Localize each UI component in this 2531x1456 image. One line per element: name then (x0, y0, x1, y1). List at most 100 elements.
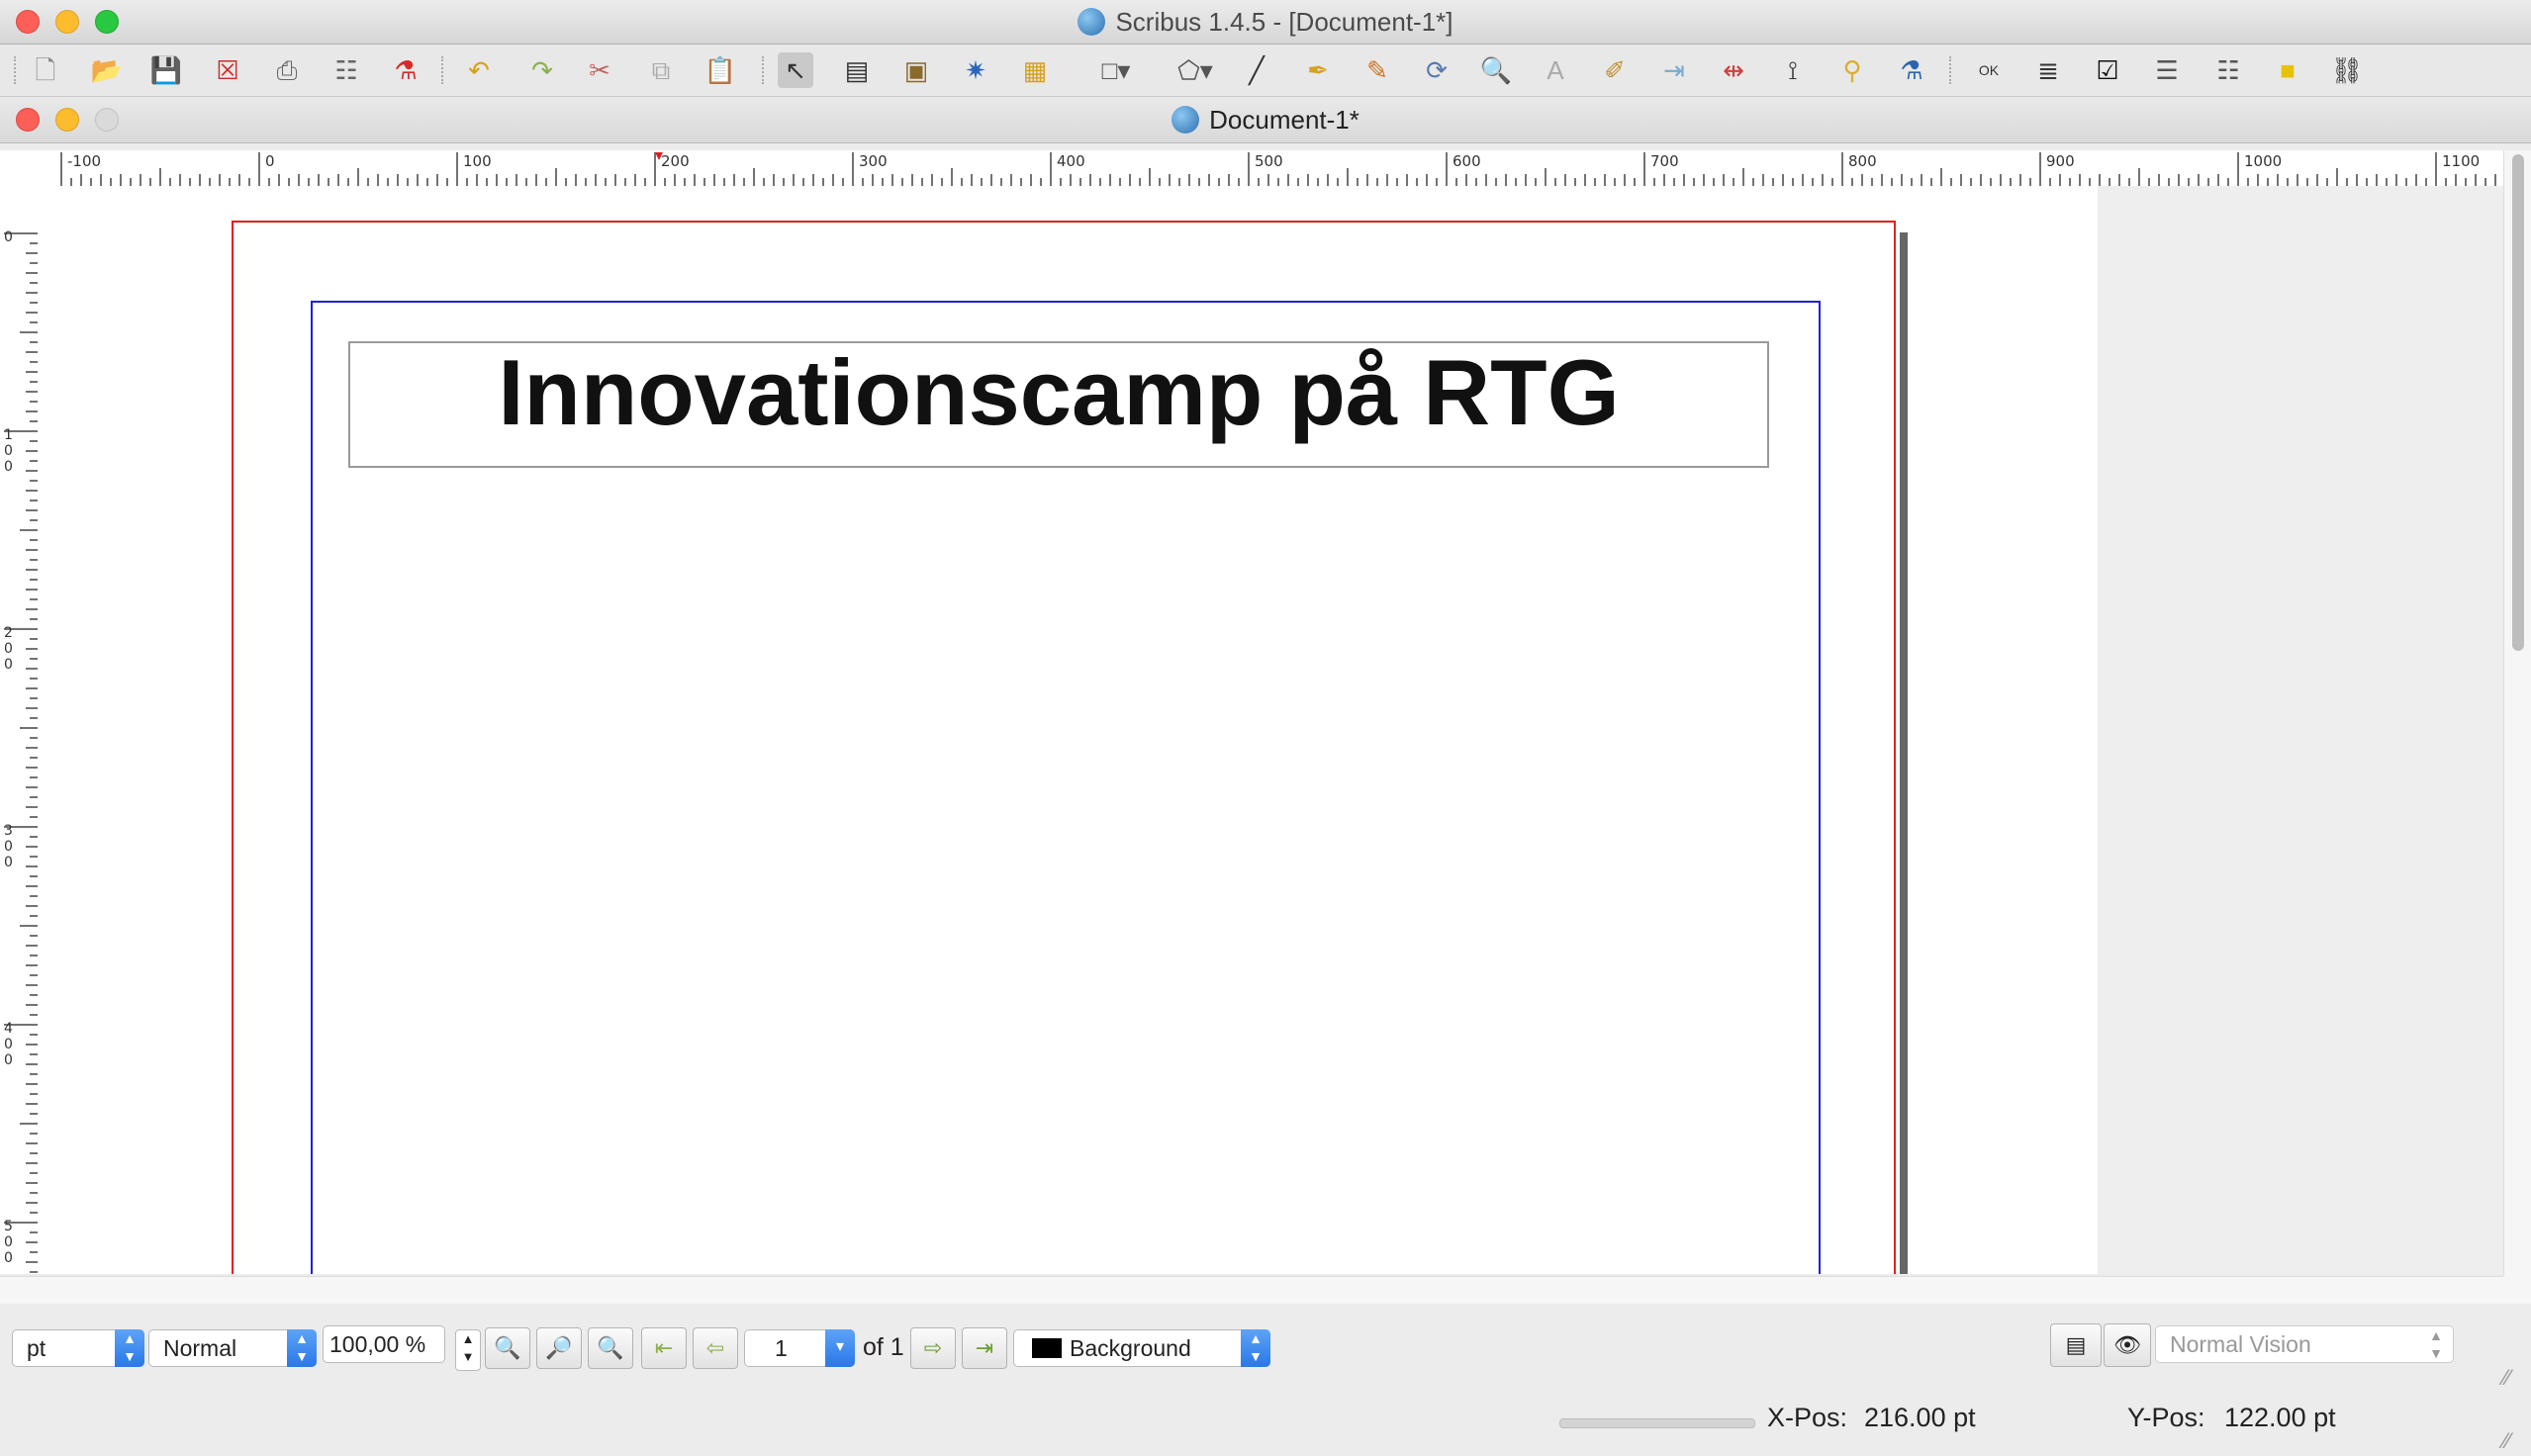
vision-select-value: Normal Vision (2170, 1331, 2311, 1357)
zoom-out-icon: 🔍 (494, 1335, 521, 1360)
document-canvas[interactable]: Innovationscamp på RTG (38, 186, 2503, 1274)
unlink-text-frames-icon[interactable]: ⇹ (1716, 52, 1751, 88)
toolbar-grip[interactable] (14, 56, 20, 84)
x-pos-value: 216.00 pt (1864, 1403, 1976, 1432)
zoom-in-button[interactable]: 🔍 (588, 1327, 633, 1369)
measurements-icon[interactable]: ⟟ (1775, 52, 1811, 88)
toolbar-grip[interactable] (441, 56, 447, 84)
ruler-label: 1000 (2244, 152, 2282, 170)
ruler-label: -100 (67, 152, 101, 170)
horizontal-ruler[interactable]: -100 0 100 200 300 400 500 600 700 800 900 1000 1100 (38, 150, 2503, 187)
ruler-label: 4 (4, 1021, 13, 1037)
ruler-label: 700 (1650, 152, 1679, 170)
copy-item-properties-icon[interactable]: ⚲ (1834, 52, 1870, 88)
previous-page-icon: ⇦ (705, 1335, 725, 1360)
app-title-text: Scribus 1.4.5 - [Document-1*] (1115, 7, 1453, 37)
rotate-item-icon[interactable]: ⟳ (1419, 52, 1454, 88)
toolbar-grip[interactable] (762, 56, 768, 84)
text-frame-icon[interactable]: ▤ (839, 52, 875, 88)
cut-icon[interactable]: ✂ (582, 52, 617, 88)
zoom-100-button[interactable]: 🔎 (536, 1327, 582, 1369)
pdf-list-box-icon[interactable]: ☷ (2210, 52, 2246, 88)
polygon-icon[interactable]: ⬠▾ (1168, 52, 1223, 88)
table-icon[interactable]: ▦ (1017, 52, 1053, 88)
copy-icon[interactable]: ⧉ (643, 52, 679, 88)
unit-select[interactable]: pt ▲ ▼ (12, 1329, 144, 1367)
close-document-icon[interactable]: ☒ (210, 52, 245, 88)
undo-icon[interactable]: ↶ (461, 52, 497, 88)
zoom-stepper[interactable]: ▲ ▼ (455, 1329, 481, 1371)
link-text-frames-icon[interactable]: ⇥ (1656, 52, 1692, 88)
redo-icon[interactable]: ↷ (524, 52, 560, 88)
window-resize-grip-icon[interactable]: ⁄⁄ (2503, 1428, 2510, 1454)
line-icon[interactable]: ╱ (1239, 52, 1274, 88)
pdf-push-button-icon[interactable]: OK (1971, 52, 2007, 88)
image-frame-icon[interactable]: ▣ (898, 52, 934, 88)
scribus-app-icon (1078, 8, 1106, 36)
page-number-dropdown-arrow[interactable]: ▾ (825, 1329, 855, 1367)
vision-select[interactable]: Normal Vision ▲ ▼ (2155, 1325, 2454, 1363)
shape-icon[interactable]: □▾ (1088, 52, 1144, 88)
link-annotation-icon[interactable]: ⛓ (2329, 52, 2365, 88)
zoom-input[interactable]: 100,00 % (323, 1325, 445, 1363)
vertical-scrollbar-thumb[interactable] (2512, 154, 2524, 651)
zoom-out-button[interactable]: 🔍 (485, 1327, 530, 1369)
select-item-icon[interactable]: ↖ (778, 52, 813, 88)
pdf-combo-box-icon[interactable]: ☰ (2149, 52, 2185, 88)
freehand-line-icon[interactable]: ✎ (1359, 52, 1395, 88)
page-total-label: of 1 (863, 1333, 904, 1361)
previous-page-button[interactable]: ⇦ (693, 1327, 738, 1369)
open-document-icon[interactable]: 📂 (89, 52, 125, 88)
view-mode-value: Normal (163, 1335, 237, 1361)
status-bar: pt ▲ ▼ Normal ▲ ▼ 100,00 % ▲ ▼ 🔍 🔎 🔍 ⇤ ⇦ 1 … (0, 1304, 2531, 1456)
first-page-button[interactable]: ⇤ (641, 1327, 687, 1369)
horizontal-ruler-ticks: -100 0 100 200 300 400 500 600 700 800 900 1000 1100 (60, 152, 2496, 186)
vertical-ruler[interactable]: 0100200300400500 (0, 186, 39, 1274)
resize-grip-icon[interactable]: ⁄⁄ (2503, 1365, 2510, 1391)
toolbar-grip[interactable] (1949, 56, 1955, 84)
ruler-origin-corner[interactable] (0, 150, 39, 187)
window-titlebar: Scribus 1.4.5 - [Document-1*] (0, 0, 2531, 45)
paste-icon[interactable]: 📋 (703, 52, 738, 88)
last-page-button[interactable]: ⇥ (962, 1327, 1007, 1369)
eyedropper-icon[interactable]: ⚗ (1894, 52, 1929, 88)
preflight-verifier-icon[interactable]: ☷ (328, 52, 364, 88)
layer-select-arrows[interactable]: ▲ ▼ (1241, 1329, 1270, 1367)
unit-select-arrows[interactable]: ▲ ▼ (115, 1329, 144, 1367)
print-icon[interactable]: ⎙ (269, 52, 305, 88)
render-frame-icon[interactable]: ✷ (958, 52, 993, 88)
vertical-scrollbar[interactable] (2503, 150, 2531, 1278)
save-icon[interactable]: 💾 (148, 52, 184, 88)
ruler-label: 0 (4, 1234, 13, 1250)
x-pos-label: X-Pos: (1767, 1403, 1848, 1432)
ruler-label: 0 (4, 229, 13, 245)
page-shadow (1900, 232, 1908, 1274)
pdf-text-field-icon[interactable]: ≣ (2030, 52, 2066, 88)
vision-select-arrows[interactable]: ▲ ▼ (2429, 1326, 2443, 1362)
ruler-label: 400 (1057, 152, 1085, 170)
export-pdf-icon[interactable]: ⚗ (388, 52, 423, 88)
ruler-label: 0 (4, 1037, 13, 1052)
layer-select[interactable]: Background ▲ ▼ (1013, 1329, 1270, 1367)
pdf-check-box-icon[interactable]: ☑ (2090, 52, 2125, 88)
bezier-curve-icon[interactable]: ✒ (1300, 52, 1336, 88)
ruler-label: 0 (4, 443, 13, 459)
zoom-icon[interactable]: 🔍 (1478, 52, 1514, 88)
view-mode-arrows[interactable]: ▲ ▼ (287, 1329, 317, 1367)
preview-settings-button[interactable]: ▤ (2050, 1323, 2102, 1367)
edit-contents-icon[interactable]: A (1538, 52, 1573, 88)
ruler-label: 0 (265, 152, 275, 170)
headline-text[interactable]: Innovationscamp på RTG (350, 343, 1767, 466)
horizontal-scrollbar[interactable] (0, 1276, 2503, 1305)
view-mode-select[interactable]: Normal ▲ ▼ (148, 1329, 317, 1367)
text-annotation-icon[interactable]: ■ (2270, 52, 2305, 88)
progress-bar (1559, 1418, 1755, 1428)
preview-mode-toggle[interactable]: 👁 (2104, 1323, 2151, 1367)
zoom-in-icon: 🔍 (597, 1335, 624, 1360)
next-page-button[interactable]: ⇨ (910, 1327, 956, 1369)
ruler-label: 0 (4, 1052, 13, 1068)
text-frame[interactable]: Innovationscamp på RTG (348, 341, 1769, 468)
edit-text-story-editor-icon[interactable]: ✐ (1597, 52, 1633, 88)
page-number-select[interactable]: 1 ▾ (744, 1329, 855, 1367)
new-document-icon[interactable]: 🗋 (28, 52, 63, 88)
